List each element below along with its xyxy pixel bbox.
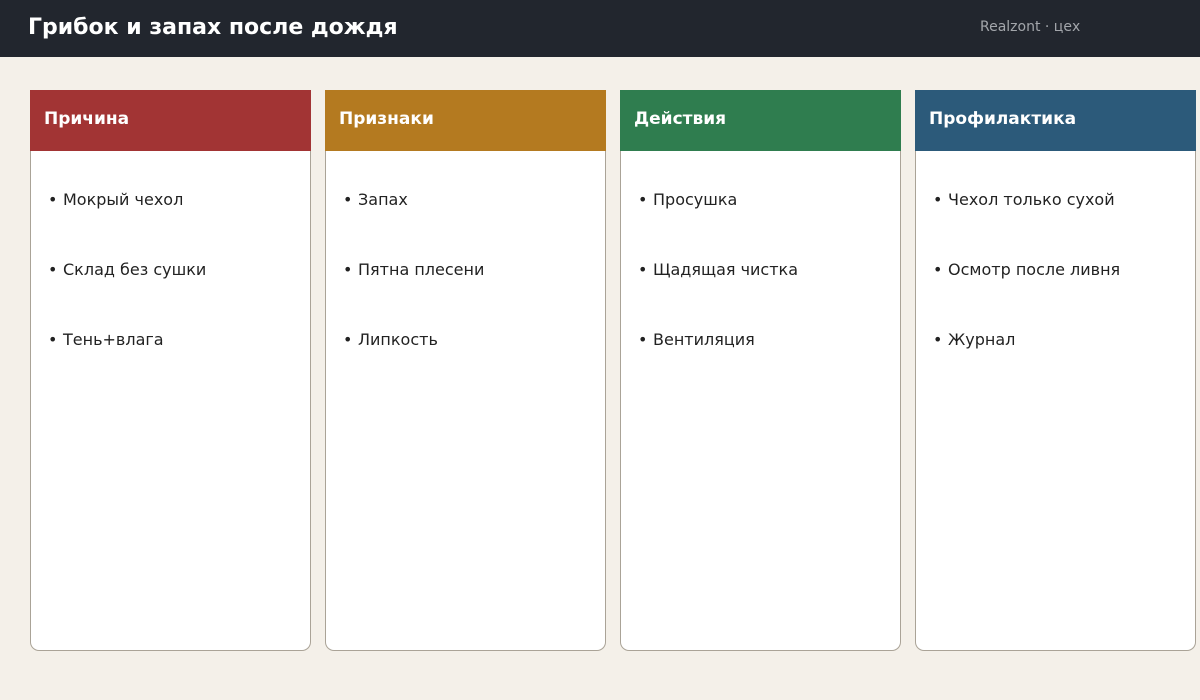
- top-bar: Грибок и запах после дождя Realzont · це…: [0, 0, 1200, 57]
- list-item: • Склад без сушки: [48, 260, 206, 280]
- list-item: • Липкость: [343, 330, 438, 350]
- list-item: • Мокрый чехол: [48, 190, 183, 210]
- bullet-icon: •: [343, 260, 353, 279]
- bullet-icon: •: [638, 190, 648, 209]
- column-header-actions: Действия: [620, 90, 901, 151]
- list-item-label: Чехол только сухой: [948, 190, 1115, 209]
- list-item: • Чехол только сухой: [933, 190, 1115, 210]
- column-title: Признаки: [339, 109, 434, 129]
- bullet-icon: •: [48, 190, 58, 209]
- list-item-label: Щадящая чистка: [653, 260, 799, 279]
- list-item: • Пятна плесени: [343, 260, 484, 280]
- column-card-cause: Причина • Мокрый чехол • Склад без сушки •…: [30, 90, 311, 651]
- bullet-icon: •: [48, 330, 58, 349]
- bullet-icon: •: [933, 330, 943, 349]
- bullet-icon: •: [48, 260, 58, 279]
- list-item-label: Склад без сушки: [63, 260, 207, 279]
- page-title: Грибок и запах после дождя: [28, 15, 398, 40]
- list-item-label: Мокрый чехол: [63, 190, 184, 209]
- bullet-icon: •: [343, 190, 353, 209]
- column-header-prevention: Профилактика: [915, 90, 1196, 151]
- column-card-prevention: Профилактика • Чехол только сухой • Осмотр…: [915, 90, 1196, 651]
- list-item: • Просушка: [638, 190, 737, 210]
- column-title: Действия: [634, 109, 727, 129]
- list-item: • Осмотр после ливня: [933, 260, 1120, 280]
- bullet-icon: •: [933, 190, 943, 209]
- list-item-label: Просушка: [653, 190, 738, 209]
- column-card-signs: Признаки • Запах • Пятна плесени • Липкость: [325, 90, 606, 651]
- list-item-label: Пятна плесени: [358, 260, 485, 279]
- list-item-label: Осмотр после ливня: [948, 260, 1121, 279]
- brand-label: Realzont · цех: [980, 19, 1081, 35]
- list-item: • Щадящая чистка: [638, 260, 798, 280]
- list-item: • Тень+влага: [48, 330, 164, 350]
- list-item-label: Липкость: [358, 330, 438, 349]
- list-item: • Вентиляция: [638, 330, 755, 350]
- column-title: Профилактика: [929, 109, 1077, 129]
- column-header-cause: Причина: [30, 90, 311, 151]
- list-item: • Журнал: [933, 330, 1015, 350]
- bullet-icon: •: [933, 260, 943, 279]
- list-item-label: Журнал: [948, 330, 1016, 349]
- list-item-label: Вентиляция: [653, 330, 755, 349]
- bullet-icon: •: [343, 330, 353, 349]
- column-card-actions: Действия • Просушка • Щадящая чистка • Вент…: [620, 90, 901, 651]
- column-title: Причина: [44, 109, 130, 129]
- bullet-icon: •: [638, 260, 648, 279]
- column-header-signs: Признаки: [325, 90, 606, 151]
- bullet-icon: •: [638, 330, 648, 349]
- list-item: • Запах: [343, 190, 408, 210]
- list-item-label: Тень+влага: [63, 330, 164, 349]
- list-item-label: Запах: [358, 190, 408, 209]
